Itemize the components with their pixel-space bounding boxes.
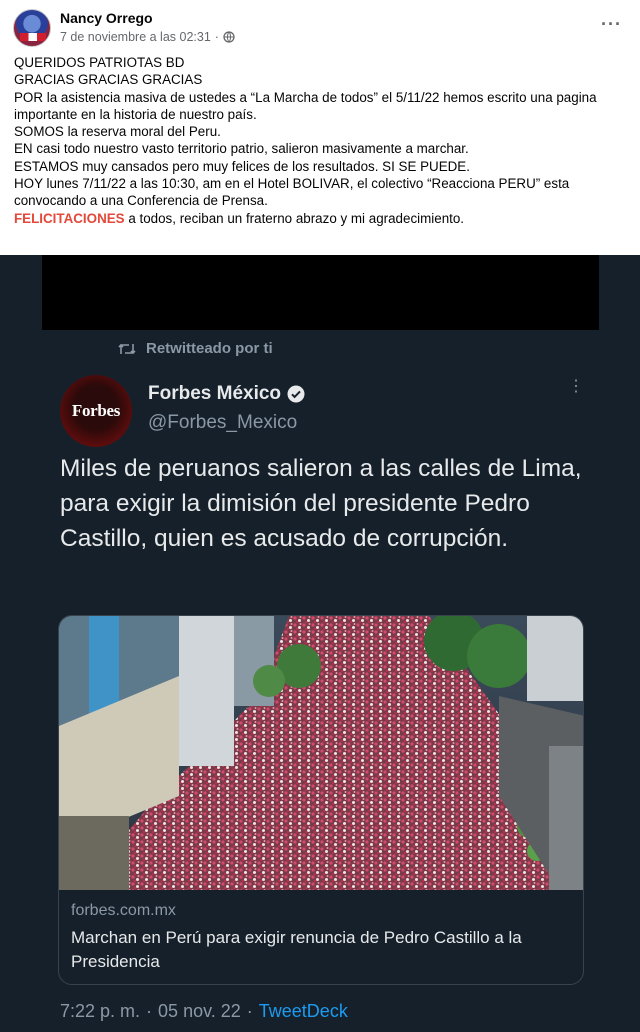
post-line: EN casi todo nuestro vasto territorio pa… [14,141,469,157]
verified-icon [287,385,305,403]
post-timestamp[interactable]: 7 de noviembre a las 02:31 [60,30,211,44]
author-name[interactable]: Nancy Orrego [60,10,153,26]
post-header: Nancy Orrego 7 de noviembre a las 02:31 … [0,0,640,52]
meta-separator: · [214,30,219,44]
post-line-last: FELICITACIONES a todos, reciban un frate… [14,210,626,227]
highlight-text: FELICITACIONES [14,210,125,226]
avatar-logo-text: Forbes [71,401,121,420]
footer-separator: · [246,1001,253,1021]
post-body: QUERIDOS PATRIOTAS BD GRACIAS GRACIAS GR… [14,54,626,227]
author-avatar[interactable] [13,9,51,47]
retweet-row: Retwitteado por ti [118,340,273,357]
tweet-source: TweetDeck [258,1001,348,1021]
tweet-date: 05 nov. 22 [158,1001,241,1021]
post-line: ESTAMOS muy cansados pero muy felices de… [14,158,470,174]
post-line: QUERIDOS PATRIOTAS BD [14,55,185,70]
retweet-label: Retwitteado por ti [146,340,273,357]
globe-icon [223,31,235,43]
more-icon[interactable]: ··· [601,14,622,35]
link-card: forbes.com.mx Marchan en Perú para exigi… [58,615,584,985]
crowd-photo [59,616,583,890]
footer-separator: · [146,1001,153,1021]
tweet-footer: 7:22 p. m. · 05 nov. 22 · TweetDeck [60,1001,348,1022]
card-title: Marchan en Perú para exigir renuncia de … [71,928,522,971]
post-meta: 7 de noviembre a las 02:31 · [60,30,235,44]
post-line: SOMOS la reserva moral del Peru. [14,124,221,140]
post-line: POR la asistencia masiva de ustedes a “L… [14,89,597,122]
account-handle: @Forbes_Mexico [148,412,298,433]
tweet-screenshot[interactable]: Retwitteado por ti Forbes Forbes México … [0,255,640,1032]
tweet-more-icon: ⋮ [568,378,584,395]
redacted-bar [42,255,599,330]
account-name: Forbes México [148,383,282,404]
post-line-rest: a todos, reciban un fraterno abrazo y mi… [124,210,465,226]
forbes-avatar: Forbes [60,375,132,447]
retweet-icon [118,342,136,356]
tweet-time: 7:22 p. m. [60,1001,141,1021]
tweet-text: Miles de peruanos salieron a las calles … [60,455,582,552]
post-line: HOY lunes 7/11/22 a las 10:30, am en el … [14,176,570,209]
card-domain: forbes.com.mx [71,902,176,919]
account-name-row: Forbes México [148,383,305,405]
post-line: GRACIAS GRACIAS GRACIAS [14,72,203,88]
